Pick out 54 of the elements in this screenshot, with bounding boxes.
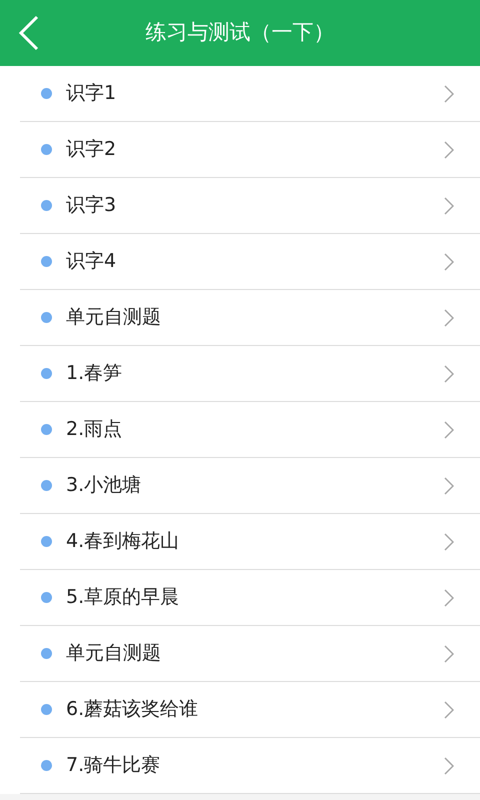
list-item[interactable]: 单元自测题 xyxy=(20,290,480,346)
bullet-icon xyxy=(41,312,52,323)
chevron-icon xyxy=(444,308,454,326)
chevron-icon xyxy=(444,476,454,494)
bullet-icon xyxy=(41,144,52,155)
chevron-icon xyxy=(444,756,454,774)
item-label: 识字2 xyxy=(66,137,118,162)
bullet-icon xyxy=(41,536,52,547)
item-label: 7.骑牛比赛 xyxy=(66,753,162,778)
bullet-icon xyxy=(41,704,52,715)
item-label: 1.春笋 xyxy=(66,361,124,386)
list-item[interactable]: 识字4 xyxy=(20,234,480,290)
item-label: 识字3 xyxy=(66,193,118,218)
chevron-icon xyxy=(444,532,454,550)
chevron-icon xyxy=(444,84,454,102)
item-label: 5.草原的早晨 xyxy=(66,585,180,610)
chevron-icon xyxy=(444,588,454,606)
bullet-icon xyxy=(41,256,52,267)
item-label: 单元自测题 xyxy=(66,641,162,666)
item-label: 单元自测题 xyxy=(66,305,162,330)
item-label: 6.蘑菇该奖给谁 xyxy=(66,697,200,722)
bullet-icon xyxy=(41,480,52,491)
list-item[interactable]: 识字3 xyxy=(20,178,480,234)
item-label: 2.雨点 xyxy=(66,417,124,442)
list-item[interactable]: 4.春到梅花山 xyxy=(20,514,480,570)
list-item[interactable]: 识字1 xyxy=(20,66,480,122)
bullet-icon xyxy=(41,424,52,435)
chevron-icon xyxy=(444,140,454,158)
chevron-icon xyxy=(444,252,454,270)
bullet-icon xyxy=(41,648,52,659)
item-label: 识字1 xyxy=(66,81,118,106)
list-item[interactable]: 7.骑牛比赛 xyxy=(20,738,480,794)
list-item[interactable]: 3.小池塘 xyxy=(20,458,480,514)
item-label: 4.春到梅花山 xyxy=(66,529,180,554)
list-item[interactable]: 识字2 xyxy=(20,122,480,178)
list-item[interactable]: 单元自测题 xyxy=(20,626,480,682)
back-icon xyxy=(18,15,40,51)
bullet-icon xyxy=(41,760,52,771)
page-title: 练习与测试（一下） xyxy=(146,19,334,46)
list-item[interactable]: 2.雨点 xyxy=(20,402,480,458)
item-label: 3.小池塘 xyxy=(66,473,142,498)
chevron-icon xyxy=(444,700,454,718)
list-item[interactable]: 6.蘑菇该奖给谁 xyxy=(20,682,480,738)
bullet-icon xyxy=(41,200,52,211)
bullet-icon xyxy=(41,592,52,603)
list-item[interactable]: 5.草原的早晨 xyxy=(20,570,480,626)
bullet-icon xyxy=(41,88,52,99)
bullet-icon xyxy=(41,368,52,379)
chevron-icon xyxy=(444,364,454,382)
chevron-icon xyxy=(444,644,454,662)
chevron-icon xyxy=(444,196,454,214)
list-item[interactable]: 1.春笋 xyxy=(20,346,480,402)
chevron-icon xyxy=(444,420,454,438)
item-label: 识字4 xyxy=(66,249,118,274)
